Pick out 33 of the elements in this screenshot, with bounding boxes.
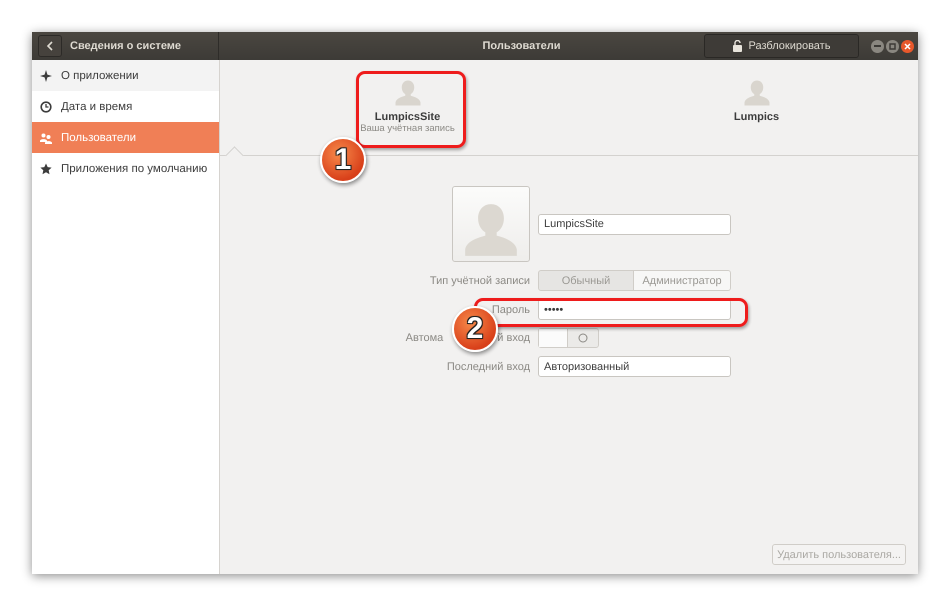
person-icon xyxy=(742,78,772,108)
field-label: Автома xyxy=(406,332,444,344)
star-icon xyxy=(40,162,52,174)
circle-icon xyxy=(578,333,588,343)
close-icon xyxy=(904,42,911,50)
users-icon xyxy=(40,132,52,144)
clock-icon xyxy=(40,100,52,112)
sidebar-item[interactable]: О приложении xyxy=(32,60,219,91)
toggle-switch[interactable] xyxy=(538,328,599,348)
name-field[interactable]: LumpicsSite xyxy=(538,214,731,234)
lock-icon xyxy=(732,40,742,52)
password-field[interactable]: ••••• xyxy=(538,299,731,320)
field-label: й вход xyxy=(497,332,530,344)
user-tile[interactable]: Lumpics xyxy=(569,60,918,156)
sidebar-item[interactable]: Дата и время xyxy=(32,91,219,122)
unlock-button[interactable]: Разблокировать xyxy=(704,34,859,58)
person-icon xyxy=(392,78,422,108)
last-login-field[interactable]: Авторизованный xyxy=(538,356,731,377)
back-button[interactable] xyxy=(38,35,62,57)
window-title: Сведения о системе xyxy=(70,40,182,52)
minimize-button[interactable] xyxy=(871,40,884,52)
user-name: Lumpics xyxy=(734,111,780,123)
sparkle-icon xyxy=(40,70,52,82)
user-name: LumpicsSite xyxy=(374,111,440,123)
sidebar-item[interactable]: Приложения по умолчанию xyxy=(32,153,219,184)
close-button[interactable] xyxy=(901,40,914,52)
minimize-icon xyxy=(874,45,881,47)
maximize-icon xyxy=(889,42,896,50)
back-icon xyxy=(46,41,54,51)
user-subtitle: Ваша учётная запись xyxy=(360,123,455,134)
field-label: Тип учётной записи xyxy=(430,274,530,286)
page-title: Пользователи xyxy=(481,40,562,52)
field-label: Последний вход xyxy=(446,360,530,372)
